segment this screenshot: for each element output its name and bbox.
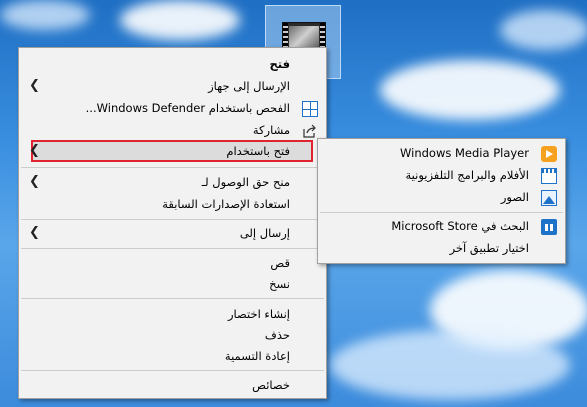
menu-item-copy[interactable]: نسخ <box>19 274 326 296</box>
menu-separator <box>21 370 324 371</box>
store-icon <box>541 219 557 235</box>
menu-item-create-shortcut[interactable]: إنشاء اختصار <box>19 304 326 326</box>
cloud <box>120 0 240 40</box>
menu-item-label: فتح <box>269 57 290 71</box>
chevron-left-icon: ❮ <box>29 174 40 189</box>
menu-separator <box>21 219 324 220</box>
menu-item-label: نسخ <box>269 277 290 291</box>
menu-item-send-to-device[interactable]: الإرسال إلى جهاز ❮ <box>19 76 326 98</box>
chevron-left-icon: ❮ <box>29 78 40 93</box>
menu-item-label: مشاركة <box>252 123 290 137</box>
menu-item-cut[interactable]: قص <box>19 253 326 275</box>
media-player-icon <box>541 146 557 162</box>
chevron-left-icon: ❮ <box>29 143 40 158</box>
submenu-item-choose-app[interactable]: اختيار تطبيق آخر <box>318 238 565 260</box>
menu-item-open[interactable]: فتح <box>19 54 326 76</box>
submenu-item-photos[interactable]: الصور <box>318 187 565 209</box>
menu-item-label: الصور <box>500 190 529 204</box>
photos-icon <box>541 190 557 206</box>
menu-item-label: قص <box>270 256 290 270</box>
menu-item-label: إعادة التسمية <box>224 349 290 363</box>
menu-item-share[interactable]: مشاركة <box>19 120 326 142</box>
menu-item-label: إرسال إلى <box>239 226 290 240</box>
submenu-item-store-search[interactable]: البحث في Microsoft Store <box>318 216 565 238</box>
menu-item-properties[interactable]: خصائص <box>19 375 326 397</box>
menu-item-label: استعادة الإصدارات السابقة <box>162 197 290 211</box>
movies-tv-icon <box>541 168 557 184</box>
menu-item-send-to[interactable]: إرسال إلى ❮ <box>19 223 326 245</box>
menu-item-give-access[interactable]: منح حق الوصول لـ ❮ <box>19 172 326 194</box>
windows-defender-icon <box>302 101 318 117</box>
menu-item-label: اختيار تطبيق آخر <box>449 241 529 255</box>
menu-item-label: فتح باستخدام <box>226 144 290 158</box>
menu-item-label: البحث في Microsoft Store <box>391 219 529 233</box>
menu-separator <box>320 212 563 213</box>
menu-item-restore-versions[interactable]: استعادة الإصدارات السابقة <box>19 194 326 216</box>
cloud <box>330 330 570 400</box>
menu-item-rename[interactable]: إعادة التسمية <box>19 346 326 368</box>
open-with-submenu: Windows Media Player الأفلام والبرامج ال… <box>317 138 566 264</box>
menu-item-scan-defender[interactable]: الفحص باستخدام Windows Defender... <box>19 98 326 120</box>
submenu-item-media-player[interactable]: Windows Media Player <box>318 143 565 165</box>
cloud <box>500 10 587 50</box>
cloud <box>380 60 560 120</box>
context-menu: فتح الإرسال إلى جهاز ❮ الفحص باستخدام Wi… <box>18 47 327 399</box>
menu-item-label: الإرسال إلى جهاز <box>208 79 290 93</box>
menu-separator <box>21 298 324 299</box>
menu-separator <box>21 167 324 168</box>
menu-item-delete[interactable]: حذف <box>19 325 326 347</box>
menu-item-label: خصائص <box>252 378 290 392</box>
submenu-item-movies-tv[interactable]: الأفلام والبرامج التلفزيونية <box>318 165 565 187</box>
menu-item-label: الفحص باستخدام Windows Defender... <box>85 101 290 115</box>
menu-separator <box>21 248 324 249</box>
menu-item-open-with[interactable]: فتح باستخدام ❮ <box>19 141 326 163</box>
cloud <box>0 0 90 30</box>
share-icon <box>302 123 318 139</box>
chevron-left-icon: ❮ <box>29 225 40 240</box>
menu-item-label: إنشاء اختصار <box>227 307 290 321</box>
menu-item-label: Windows Media Player <box>400 146 529 160</box>
menu-item-label: منح حق الوصول لـ <box>201 175 290 189</box>
menu-item-label: الأفلام والبرامج التلفزيونية <box>405 168 529 182</box>
menu-item-label: حذف <box>264 328 290 342</box>
